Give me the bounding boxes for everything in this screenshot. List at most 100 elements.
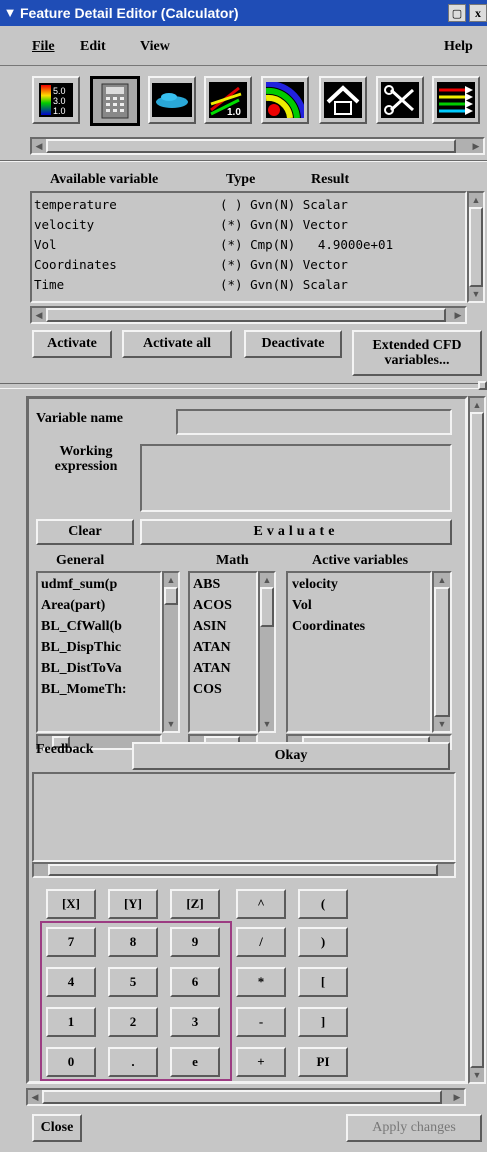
key-1-1-button[interactable]: 8 (108, 927, 158, 957)
general-vscrollbar[interactable]: ▲ ▼ (162, 571, 180, 733)
key-0-3-button[interactable]: ^ (236, 889, 286, 919)
scroll-down-icon[interactable]: ▼ (260, 717, 274, 731)
toolbar-icon-color-scale[interactable]: 5.0 3.0 1.0 (32, 76, 80, 124)
maximize-icon[interactable]: ▢ (448, 4, 466, 22)
key-3-4-button[interactable]: ] (298, 1007, 348, 1037)
key-1-3-button[interactable]: / (236, 927, 286, 957)
general-function-item[interactable]: Area(part) (41, 598, 160, 619)
math-function-item[interactable]: ABS (193, 577, 256, 598)
feedback-hscrollbar[interactable] (32, 862, 456, 878)
sash-handle[interactable] (478, 381, 487, 390)
okay-button[interactable]: Okay (132, 742, 450, 770)
toolbar-icon-contour[interactable] (261, 76, 309, 124)
scroll-up-icon[interactable]: ▲ (260, 573, 274, 587)
math-function-item[interactable]: ATAN (193, 661, 256, 682)
scroll-down-icon[interactable]: ▼ (434, 717, 450, 731)
general-function-item[interactable]: BL_DistToVa (41, 661, 160, 682)
pane-sash[interactable] (0, 383, 487, 389)
toolbar-icon-vectors[interactable] (432, 76, 480, 124)
close-window-icon[interactable]: x (469, 4, 487, 22)
key-4-3-button[interactable]: + (236, 1047, 286, 1077)
key-0-2-button[interactable]: [Z] (170, 889, 220, 919)
scroll-down-icon[interactable]: ▼ (469, 287, 483, 301)
math-function-item[interactable]: ATAN (193, 640, 256, 661)
key-2-1-button[interactable]: 5 (108, 967, 158, 997)
scroll-thumb[interactable] (48, 864, 438, 876)
toolbar-icon-warp[interactable] (319, 76, 367, 124)
key-2-0-button[interactable]: 4 (46, 967, 96, 997)
scroll-thumb[interactable] (46, 308, 446, 322)
apply-changes-button[interactable]: Apply changes (346, 1114, 482, 1142)
clear-button[interactable]: Clear (36, 519, 134, 545)
menu-edit[interactable]: Edit (80, 39, 106, 55)
math-vscrollbar[interactable]: ▲ ▼ (258, 571, 276, 733)
toolbar-icon-line-plot[interactable]: 1.0 (204, 76, 252, 124)
key-4-0-button[interactable]: 0 (46, 1047, 96, 1077)
scroll-left-icon[interactable]: ◀ (28, 1090, 42, 1104)
math-function-item[interactable]: COS (193, 682, 256, 703)
math-function-item[interactable]: ACOS (193, 598, 256, 619)
menu-view[interactable]: View (140, 39, 170, 55)
key-1-2-button[interactable]: 9 (170, 927, 220, 957)
calculator-hscrollbar[interactable]: ◀ ▶ (26, 1088, 466, 1106)
scroll-right-icon[interactable]: ▶ (450, 1090, 464, 1104)
scroll-thumb[interactable] (470, 412, 484, 1068)
title-bar[interactable]: ▼ Feature Detail Editor (Calculator) ▢ x (0, 0, 487, 26)
key-3-2-button[interactable]: 3 (170, 1007, 220, 1037)
key-4-2-button[interactable]: e (170, 1047, 220, 1077)
scroll-down-icon[interactable]: ▼ (164, 717, 178, 731)
scroll-thumb[interactable] (260, 587, 274, 627)
key-4-4-button[interactable]: PI (298, 1047, 348, 1077)
variable-row[interactable]: temperature ( ) Gvn(N) Scalar (34, 197, 465, 217)
scroll-thumb[interactable] (164, 587, 178, 605)
variables-vscrollbar[interactable]: ▲ ▼ (467, 191, 485, 303)
toolbar-icon-scissors[interactable] (376, 76, 424, 124)
window-menu-icon[interactable]: ▼ (0, 5, 20, 21)
scroll-up-icon[interactable]: ▲ (164, 573, 178, 587)
general-function-item[interactable]: BL_CfWall(b (41, 619, 160, 640)
evaluate-button[interactable]: Evaluate (140, 519, 452, 545)
scroll-thumb[interactable] (434, 587, 450, 717)
deactivate-button[interactable]: Deactivate (244, 330, 342, 358)
key-0-1-button[interactable]: [Y] (108, 889, 158, 919)
general-function-item[interactable]: BL_MomeTh: (41, 682, 160, 703)
variable-row[interactable]: Vol (*) Cmp(N) 4.9000e+01 (34, 237, 465, 257)
key-4-1-button[interactable]: . (108, 1047, 158, 1077)
key-1-4-button[interactable]: ) (298, 927, 348, 957)
scroll-up-icon[interactable]: ▲ (470, 398, 484, 412)
variable-row[interactable]: Coordinates (*) Gvn(N) Vector (34, 257, 465, 277)
key-3-1-button[interactable]: 2 (108, 1007, 158, 1037)
scroll-thumb[interactable] (469, 207, 483, 287)
active-variable-item[interactable]: velocity (292, 577, 430, 598)
key-3-3-button[interactable]: - (236, 1007, 286, 1037)
variable-name-input[interactable] (176, 409, 452, 435)
activate-button[interactable]: Activate (32, 330, 112, 358)
key-2-2-button[interactable]: 6 (170, 967, 220, 997)
variables-hscrollbar[interactable]: ◀ ▶ (30, 306, 467, 324)
general-function-item[interactable]: udmf_sum(p (41, 577, 160, 598)
math-function-item[interactable]: ASIN (193, 619, 256, 640)
menu-help[interactable]: Help (444, 39, 473, 55)
scroll-left-icon[interactable]: ◀ (32, 139, 46, 153)
working-expression-input[interactable] (140, 444, 452, 512)
toolbar-icon-car-model[interactable] (148, 76, 196, 124)
menu-file[interactable]: File (32, 39, 55, 55)
scroll-right-icon[interactable]: ▶ (469, 139, 483, 153)
variables-list[interactable]: temperature ( ) Gvn(N) Scalar velocity (*) … (30, 191, 467, 303)
close-button[interactable]: Close (32, 1114, 82, 1142)
key-3-0-button[interactable]: 1 (46, 1007, 96, 1037)
active-variable-item[interactable]: Coordinates (292, 619, 430, 640)
extended-cfd-variables-button[interactable]: Extended CFD variables... (352, 330, 482, 376)
key-2-4-button[interactable]: [ (298, 967, 348, 997)
active-variables-list[interactable]: velocity Vol Coordinates (286, 571, 432, 733)
general-function-list[interactable]: udmf_sum(p Area(part) BL_CfWall(b BL_DispTh… (36, 571, 162, 733)
active-vscrollbar[interactable]: ▲ ▼ (432, 571, 452, 733)
active-variable-item[interactable]: Vol (292, 598, 430, 619)
general-function-item[interactable]: BL_DispThic (41, 640, 160, 661)
scroll-down-icon[interactable]: ▼ (470, 1068, 484, 1082)
toolbar-icon-calculator[interactable] (90, 76, 140, 126)
variable-row[interactable]: velocity (*) Gvn(N) Vector (34, 217, 465, 237)
key-0-0-button[interactable]: [X] (46, 889, 96, 919)
toolbar-scrollbar[interactable]: ◀ ▶ (30, 137, 485, 155)
activate-all-button[interactable]: Activate all (122, 330, 232, 358)
